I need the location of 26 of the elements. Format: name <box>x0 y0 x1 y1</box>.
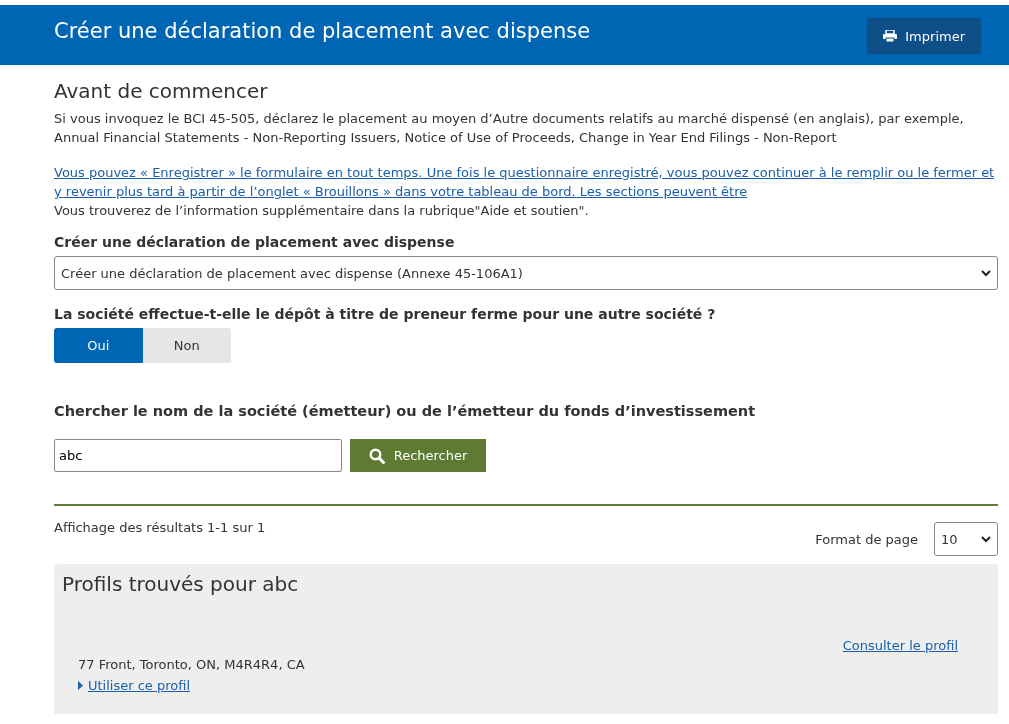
search-icon <box>368 447 385 464</box>
search-field[interactable]: abc <box>54 439 342 472</box>
toggle-option[interactable]: Oui <box>54 328 143 363</box>
page-size-select[interactable]: 10 <box>934 522 998 556</box>
print-button[interactable]: Imprimer <box>867 18 981 54</box>
field-label: Créer une déclaration de placement avec dispense <box>54 234 456 250</box>
results-summary: Affichage des résultats 1-1 sur 1 <box>54 520 266 535</box>
results-title: Profils trouvés pour abc <box>62 572 300 596</box>
form-type-select[interactable]: Créer une déclaration de placement avec dispense (Annexe 45-106A1) <box>54 256 998 290</box>
chevron-down-icon <box>981 269 991 277</box>
caret-right-icon <box>78 681 83 690</box>
toggle-option[interactable]: Non <box>142 328 231 363</box>
page-size-label: Format de page <box>815 531 918 547</box>
question-label: La société effectue-t-elle le dépôt à titre de preneur ferme pour une autre société ? <box>54 306 717 322</box>
search-button[interactable]: Rechercher <box>350 439 486 472</box>
view-profile-link[interactable]: Consulter le profil <box>842 636 958 655</box>
profile-address: 77 Front, Toronto, ON, M4R4R4, CA <box>78 656 306 674</box>
page-title: Créer une déclaration de placement avec dispense <box>54 19 591 43</box>
use-profile-link[interactable]: Utiliser ce profil <box>88 676 191 695</box>
save-info-link[interactable]: Vous pouvez « Enregistrer » le formulaire en tout temps. Une fois le questionnaire enregistré, vous pouvez continuer à le remplir ou le fermer et y revenir plus tard à partir de l’onglet « Brouillons » dans votre tableau de bord. Les sections peuvent être <box>54 163 998 201</box>
chevron-down-icon <box>981 535 991 543</box>
printer-icon <box>883 30 898 42</box>
intro-text: Si vous invoquez le BCI 45-505, déclarez le placement au moyen d’Autre documents relatifs au marché dispensé (en anglais), par exemple, Annual Financial Statements - Non-Reporting Issuers, Notice of Use of Proceeds, Change in Year End Filings - Non-Report <box>54 110 965 147</box>
section-heading: Avant de commencer <box>54 79 269 103</box>
help-note: Vous trouverez de l’information supplémentaire dans la rubrique"Aide et soutien". <box>54 202 590 220</box>
search-label: Chercher le nom de la société (émetteur) ou de l’émetteur du fonds d’investissement <box>54 403 757 419</box>
